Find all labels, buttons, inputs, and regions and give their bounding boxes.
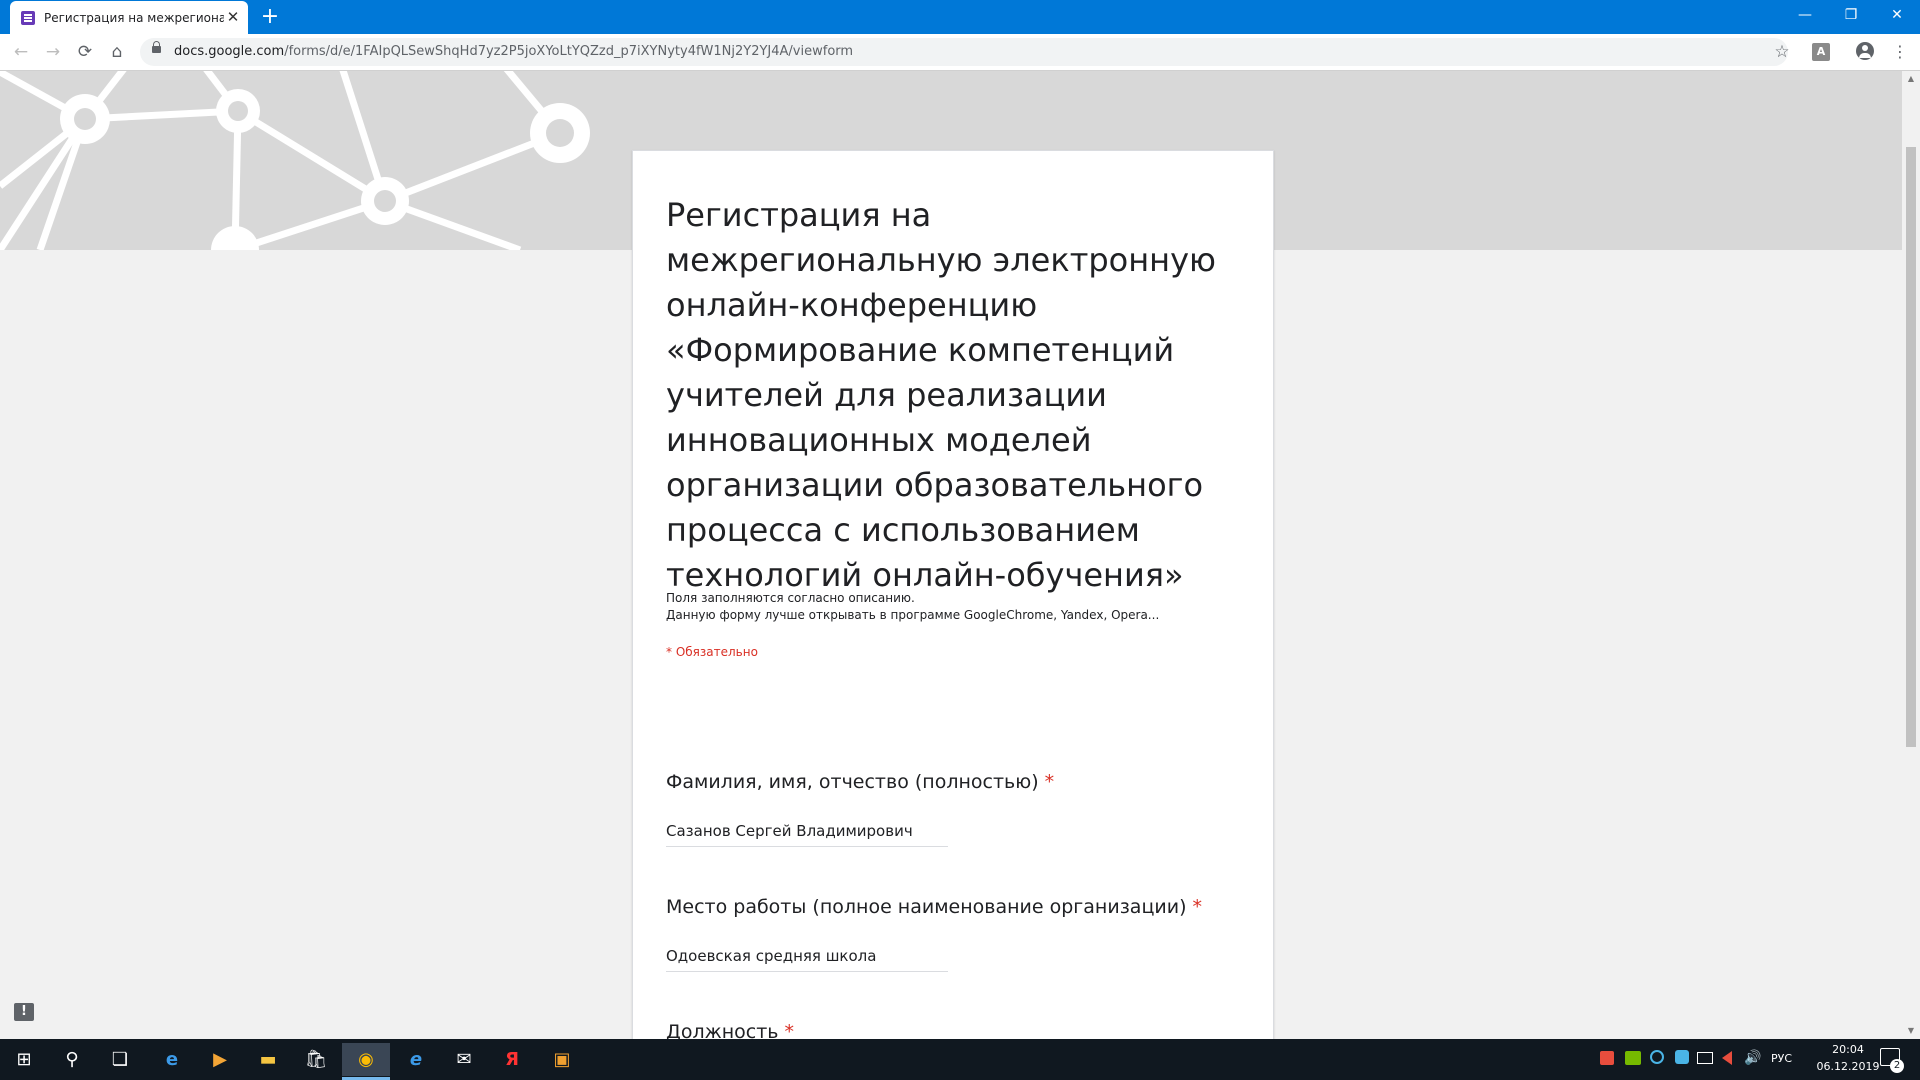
required-note: * Обязательно [666,645,758,659]
back-icon[interactable]: ← [8,40,34,64]
required-asterisk: * [1192,896,1203,918]
workplace-input[interactable] [666,941,948,972]
input-language[interactable]: РУС [1771,1052,1792,1065]
windows-taskbar: ⊞ ⚲ ❏ e ▶ ▬ 🛍 ◉ e ✉ Я ▣ 🔊 РУС 20:04 06.1… [0,1039,1920,1080]
restore-button[interactable]: ❐ [1828,0,1874,30]
tab-close-icon[interactable]: ✕ [223,7,243,27]
browser-tab-active[interactable]: Регистрация на межрегиональн ✕ [10,1,248,34]
search-icon[interactable]: ⚲ [48,1043,96,1076]
tray-warning-icon[interactable] [1722,1051,1732,1065]
question-label-position: Должность * [666,1019,794,1039]
browser-titlebar [0,0,1920,34]
form-title: Регистрация на межрегиональную электронн… [666,196,1216,594]
media-player-icon[interactable]: ▶ [196,1043,244,1076]
store-icon[interactable]: 🛍 [292,1043,340,1076]
page-scrollbar[interactable]: ▲ ▼ [1902,71,1920,1039]
scroll-up-arrow-icon[interactable]: ▲ [1906,74,1916,84]
minimize-button[interactable]: — [1782,0,1828,30]
lock-icon[interactable] [152,41,161,53]
tray-bluetooth-icon[interactable] [1675,1050,1689,1064]
tab-title: Регистрация на межрегиональн [44,11,224,25]
question-label-workplace: Место работы (полное наименование органи… [666,894,1202,920]
notification-badge: 2 [1890,1059,1904,1073]
question-text: Должность [666,1021,779,1039]
question-text: Место работы (полное наименование органи… [666,896,1187,918]
browser-menu-icon[interactable]: ⋮ [1892,42,1908,62]
clock-time[interactable]: 20:04 [1818,1043,1878,1056]
address-bar[interactable]: docs.google.com/forms/d/e/1FAIpQLSewShqH… [140,38,1788,66]
new-tab-button[interactable]: + [258,4,282,30]
question-text: Фамилия, имя, отчество (полностью) [666,771,1039,793]
pdf-extension-icon[interactable]: A [1812,43,1830,61]
form-description-line: Данную форму лучше открывать в программе… [666,608,1160,622]
form-description: Поля заполняются согласно описанию. Данн… [666,590,1256,624]
tray-volume-icon[interactable]: 🔊 [1744,1050,1761,1066]
tray-security-icon[interactable] [1600,1051,1614,1065]
tray-skype-icon[interactable] [1650,1050,1664,1064]
form-card: Регистрация на межрегиональную электронн… [632,150,1274,1039]
tray-nvidia-icon[interactable] [1625,1051,1641,1065]
question-label-fullname: Фамилия, имя, отчество (полностью) * [666,769,1054,795]
browser-toolbar: ← → ⟳ ⌂ docs.google.com/forms/d/e/1FAIpQ… [0,34,1920,71]
form-description-line: Поля заполняются согласно описанию. [666,591,915,605]
profile-avatar-icon[interactable] [1856,42,1874,60]
clock-date[interactable]: 06.12.2019 [1808,1060,1888,1073]
forward-icon[interactable]: → [40,40,66,64]
mail-icon[interactable]: ✉ [440,1043,488,1076]
required-asterisk: * [784,1021,795,1039]
page-viewport: Регистрация на межрегиональную электронн… [0,71,1902,1039]
home-icon[interactable]: ⌂ [104,40,130,64]
internet-explorer-icon[interactable]: e [392,1043,440,1076]
start-button-icon[interactable]: ⊞ [0,1043,48,1076]
report-feedback-icon[interactable]: ! [14,1003,34,1021]
archive-app-icon[interactable]: ▣ [538,1043,586,1076]
scrollbar-thumb[interactable] [1906,147,1916,747]
url-path: /forms/d/e/1FAIpQLSewShqHd7yz2P5joXYoLtY… [284,44,854,59]
edge-icon[interactable]: e [148,1043,196,1076]
bookmark-star-icon[interactable]: ☆ [1772,41,1792,63]
url-text[interactable]: docs.google.com/forms/d/e/1FAIpQLSewShqH… [174,44,853,60]
tray-network-icon[interactable] [1697,1052,1713,1064]
scroll-down-arrow-icon[interactable]: ▼ [1906,1026,1916,1036]
yandex-browser-icon[interactable]: Я [488,1043,536,1076]
url-host: docs.google.com [174,44,285,59]
fullname-input[interactable] [666,816,948,847]
required-asterisk: * [1044,771,1055,793]
task-view-icon[interactable]: ❏ [96,1043,144,1076]
chrome-icon[interactable]: ◉ [342,1043,390,1080]
file-explorer-icon[interactable]: ▬ [244,1043,292,1076]
google-forms-icon [21,11,35,25]
close-window-button[interactable]: ✕ [1874,0,1920,30]
reload-icon[interactable]: ⟳ [72,40,98,64]
